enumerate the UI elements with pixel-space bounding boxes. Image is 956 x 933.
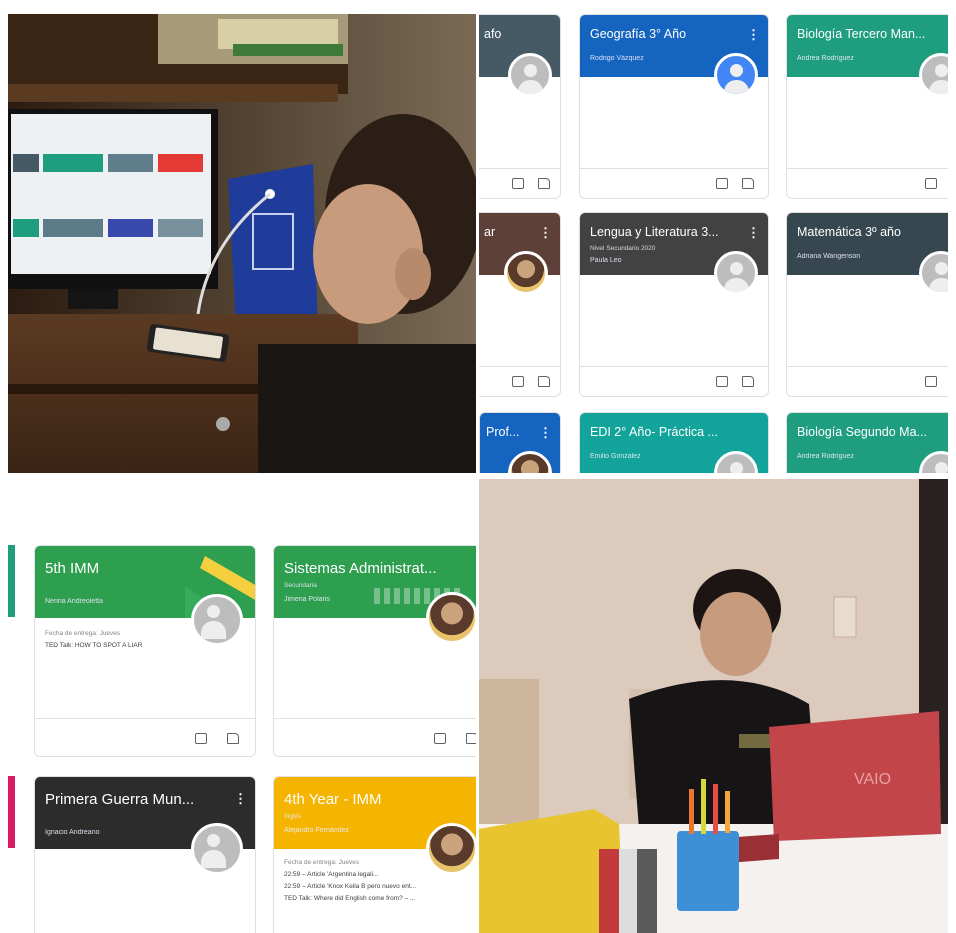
folder-icon[interactable] bbox=[742, 376, 754, 387]
assignments-icon[interactable] bbox=[512, 178, 524, 189]
card-title: ar bbox=[484, 225, 496, 239]
card-footer bbox=[580, 366, 768, 396]
photo-boy-with-laptop: VAIO bbox=[479, 479, 948, 933]
assignment-link[interactable]: 22:59 – Article 'Argentina legali... bbox=[284, 871, 378, 878]
card-teacher: Jimena Polaris bbox=[284, 596, 330, 603]
card-title: Sistemas Administrat... bbox=[284, 560, 437, 577]
class-card[interactable]: EDI 2° Año- Práctica ... Emilio González bbox=[579, 412, 769, 473]
card-footer bbox=[35, 718, 255, 756]
card-footer bbox=[580, 168, 768, 198]
card-title: Prof... bbox=[486, 425, 520, 439]
card-edge bbox=[8, 776, 15, 848]
card-title: Lengua y Literatura 3... bbox=[590, 225, 719, 239]
laptop-scene: VAIO bbox=[479, 479, 948, 933]
folder-icon[interactable] bbox=[538, 376, 550, 387]
assignments-icon[interactable] bbox=[512, 376, 524, 387]
card-teacher: Emilio González bbox=[590, 453, 641, 460]
avatar-icon bbox=[191, 594, 243, 646]
class-card[interactable]: ar ⋮ bbox=[479, 212, 561, 397]
more-options-icon[interactable]: ⋮ bbox=[747, 225, 760, 241]
class-card[interactable]: 4th Year - IMM Inglés Alejandro Fernánde… bbox=[273, 776, 476, 933]
card-teacher: Ignacio Andreano bbox=[45, 829, 100, 836]
assignment-link[interactable]: TED Talk: Where did English come from? –… bbox=[284, 895, 415, 902]
more-options-icon[interactable]: ⋮ bbox=[747, 27, 760, 43]
card-footer bbox=[274, 718, 476, 756]
avatar-icon bbox=[714, 53, 758, 97]
assignments-icon[interactable] bbox=[716, 376, 728, 387]
card-teacher: Adriana Wangenson bbox=[797, 253, 861, 260]
folder-icon[interactable] bbox=[466, 733, 476, 744]
folder-icon[interactable] bbox=[227, 733, 239, 744]
card-title: Matemática 3º año bbox=[797, 225, 901, 239]
folder-icon[interactable] bbox=[742, 178, 754, 189]
card-title: Primera Guerra Mun... bbox=[45, 791, 195, 808]
assignments-icon[interactable] bbox=[925, 376, 937, 387]
card-section: Secundaria bbox=[284, 582, 317, 589]
class-card[interactable]: Primera Guerra Mun... Ignacio Andreano ⋮ bbox=[34, 776, 256, 933]
card-title: Biología Tercero Man... bbox=[797, 27, 926, 41]
classroom-grid-top: afo Geografía 3° Año Rodrigo Vázquez ⋮ B bbox=[479, 14, 948, 473]
class-card[interactable]: Lengua y Literatura 3... Nivel Secundari… bbox=[579, 212, 769, 397]
card-footer bbox=[787, 366, 948, 396]
class-card[interactable]: Biología Segundo Ma... Andrea Rodríguez bbox=[786, 412, 948, 473]
assignments-icon[interactable] bbox=[434, 733, 446, 744]
card-title: 4th Year - IMM bbox=[284, 791, 382, 808]
card-teacher: Paula Leo bbox=[590, 257, 622, 264]
card-edge bbox=[8, 545, 15, 617]
card-section: Inglés bbox=[284, 813, 302, 820]
card-section: Nivel Secundario 2020 bbox=[590, 245, 656, 252]
avatar-photo bbox=[426, 592, 476, 644]
class-card[interactable]: afo bbox=[479, 14, 561, 199]
card-title: EDI 2° Año- Práctica ... bbox=[590, 425, 718, 439]
class-card[interactable]: Biología Tercero Man... Andrea Rodríguez bbox=[786, 14, 948, 199]
due-date-label: Fecha de entrega: Jueves bbox=[284, 859, 360, 866]
more-options-icon[interactable]: ⋮ bbox=[234, 791, 247, 807]
card-teacher: Andrea Rodríguez bbox=[797, 453, 854, 460]
card-footer bbox=[479, 366, 560, 396]
card-title: afo bbox=[484, 27, 502, 41]
photo-boy-at-monitor bbox=[8, 14, 476, 473]
card-title: Biología Segundo Ma... bbox=[797, 425, 927, 439]
class-card[interactable]: Geografía 3° Año Rodrigo Vázquez ⋮ bbox=[579, 14, 769, 199]
class-card[interactable]: Prof... ⋮ bbox=[479, 412, 561, 473]
assignments-icon[interactable] bbox=[195, 733, 207, 744]
assignment-link[interactable]: TED Talk: HOW TO SPOT A LIAR bbox=[45, 642, 142, 649]
folder-icon[interactable] bbox=[538, 178, 550, 189]
assignment-link[interactable]: 22:59 – Article 'Knox Keila B pero nuevo… bbox=[284, 883, 416, 890]
classroom-grid-bottom: 5th IMM Nerina Andreoletta Fecha de entr… bbox=[8, 479, 476, 933]
assignments-icon[interactable] bbox=[716, 178, 728, 189]
card-teacher: Nerina Andreoletta bbox=[45, 598, 103, 605]
more-options-icon[interactable]: ⋮ bbox=[539, 425, 552, 441]
due-date-label: Fecha de entrega: Jueves bbox=[45, 630, 121, 637]
avatar-icon bbox=[508, 53, 552, 97]
avatar-photo bbox=[426, 823, 476, 875]
class-card[interactable]: Matemática 3º año Adriana Wangenson bbox=[786, 212, 948, 397]
card-teacher: Andrea Rodríguez bbox=[797, 55, 854, 62]
photo-collage: afo Geografía 3° Año Rodrigo Vázquez ⋮ B bbox=[0, 0, 956, 933]
card-teacher: Alejandro Fernández bbox=[284, 827, 349, 834]
assignments-icon[interactable] bbox=[925, 178, 937, 189]
card-footer bbox=[787, 168, 948, 198]
avatar-icon bbox=[714, 251, 758, 295]
class-card[interactable]: Sistemas Administrat... Secundaria Jimen… bbox=[273, 545, 476, 757]
class-card[interactable]: 5th IMM Nerina Andreoletta Fecha de entr… bbox=[34, 545, 256, 757]
desk-scene bbox=[8, 14, 476, 473]
avatar-icon bbox=[191, 823, 243, 875]
card-teacher: Rodrigo Vázquez bbox=[590, 55, 644, 62]
avatar-photo bbox=[504, 251, 548, 295]
more-options-icon[interactable]: ⋮ bbox=[539, 225, 552, 241]
card-footer bbox=[479, 168, 560, 198]
laptop-brand: VAIO bbox=[854, 771, 891, 788]
card-title: Geografía 3° Año bbox=[590, 27, 687, 41]
